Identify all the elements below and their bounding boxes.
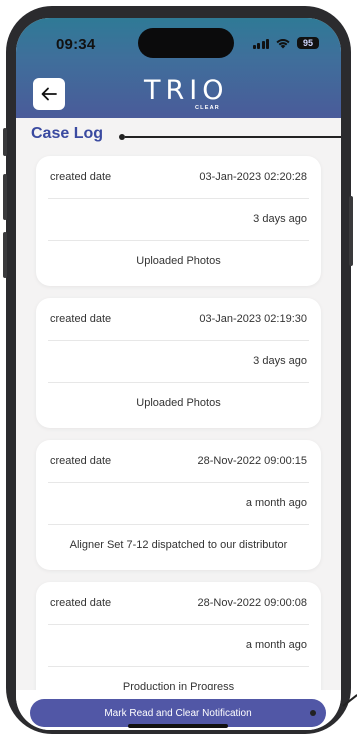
log-description-row: Uploaded Photos [36, 382, 321, 424]
log-relative-row: 3 days ago [36, 198, 321, 240]
created-date-value: 03-Jan-2023 02:19:30 [199, 313, 307, 325]
annotation-line [125, 136, 341, 138]
relative-time: 3 days ago [253, 355, 307, 367]
relative-time: a month ago [245, 497, 307, 509]
log-relative-row: a month ago [36, 624, 321, 666]
log-description-row: Aligner Set 7-12 dispatched to our distr… [36, 524, 321, 566]
logo-subtext: CLEAR [195, 105, 220, 111]
log-card[interactable]: created date 28-Nov-2022 09:00:15 a mont… [36, 440, 321, 570]
mark-read-clear-label: Mark Read and Clear Notification [104, 707, 252, 719]
log-card[interactable]: created date 03-Jan-2023 02:20:28 3 days… [36, 156, 321, 286]
status-icons: 95 [252, 37, 319, 49]
page-title-row: Case Log [31, 124, 341, 150]
status-time: 09:34 [56, 36, 96, 53]
relative-time: a month ago [245, 639, 307, 651]
arrow-left-icon [41, 87, 57, 101]
app-screen: 09:34 95 TRIO CLEAR Case Log created dat… [16, 18, 341, 730]
page-title: Case Log [31, 125, 104, 142]
signal-icon [252, 38, 269, 49]
side-button [3, 128, 7, 156]
side-button [349, 196, 353, 266]
battery-icon: 95 [297, 37, 319, 49]
log-relative-row: a month ago [36, 482, 321, 524]
logo-text: TRIO [144, 75, 229, 106]
dynamic-island [138, 28, 234, 58]
app-header: 09:34 95 TRIO CLEAR [16, 18, 341, 118]
log-date-row: created date 28-Nov-2022 09:00:08 [36, 582, 321, 624]
mark-read-clear-button[interactable]: Mark Read and Clear Notification [30, 699, 326, 727]
annotation-dot [310, 710, 316, 716]
log-description: Uploaded Photos [136, 255, 221, 267]
created-date-value: 28-Nov-2022 09:00:08 [197, 597, 307, 609]
log-date-row: created date 03-Jan-2023 02:19:30 [36, 298, 321, 340]
case-log-list[interactable]: created date 03-Jan-2023 02:20:28 3 days… [36, 156, 326, 724]
back-button[interactable] [33, 78, 65, 110]
created-date-label: created date [50, 313, 112, 325]
log-date-row: created date 28-Nov-2022 09:00:15 [36, 440, 321, 482]
log-description: Aligner Set 7-12 dispatched to our distr… [69, 539, 288, 551]
created-date-label: created date [50, 597, 112, 609]
log-card[interactable]: created date 03-Jan-2023 02:19:30 3 days… [36, 298, 321, 428]
home-indicator [128, 724, 228, 728]
created-date-label: created date [50, 171, 112, 183]
log-relative-row: 3 days ago [36, 340, 321, 382]
relative-time: 3 days ago [253, 213, 307, 225]
created-date-label: created date [50, 455, 112, 467]
wifi-icon [276, 39, 290, 49]
side-button [3, 174, 7, 220]
log-description: Uploaded Photos [136, 397, 221, 409]
log-date-row: created date 03-Jan-2023 02:20:28 [36, 156, 321, 198]
created-date-value: 03-Jan-2023 02:20:28 [199, 171, 307, 183]
side-button [3, 232, 7, 278]
created-date-value: 28-Nov-2022 09:00:15 [197, 455, 307, 467]
log-description-row: Uploaded Photos [36, 240, 321, 282]
